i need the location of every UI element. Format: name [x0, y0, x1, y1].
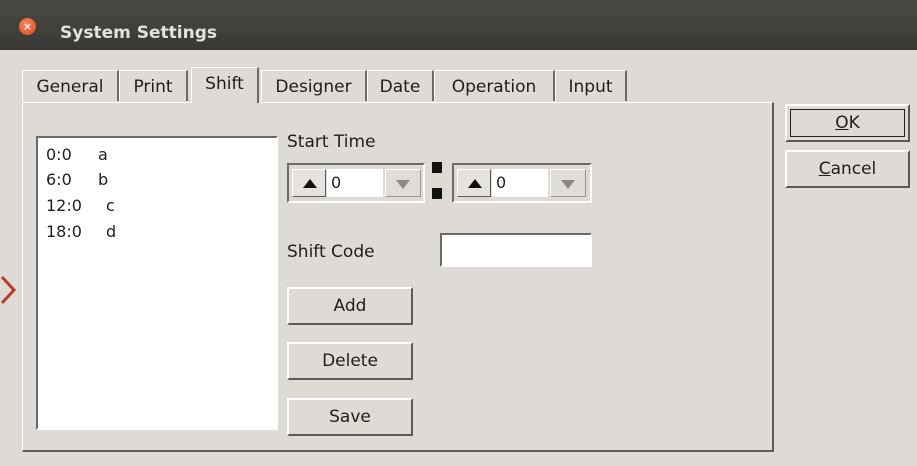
cancel-button[interactable]: Cancel: [785, 150, 910, 188]
list-item[interactable]: 0:0 a: [46, 142, 108, 168]
list-item[interactable]: 12:0 c: [46, 193, 115, 219]
close-icon[interactable]: ×: [19, 18, 36, 35]
window-title: System Settings: [60, 23, 217, 43]
ok-button[interactable]: OK: [785, 104, 910, 142]
hour-spinner[interactable]: 0: [287, 163, 425, 203]
cancel-mnemonic: C: [818, 159, 831, 179]
shift-code-label: Shift Code: [287, 242, 375, 262]
hour-increment-button[interactable]: [292, 169, 326, 197]
minute-decrement-button[interactable]: [550, 169, 586, 197]
tab-date[interactable]: Date: [367, 70, 434, 101]
hour-decrement-button[interactable]: [385, 169, 421, 197]
ok-label: K: [848, 113, 860, 133]
hour-field[interactable]: 0: [327, 169, 383, 197]
tab-shift[interactable]: Shift: [191, 67, 259, 103]
ok-mnemonic: O: [835, 113, 849, 133]
tab-input[interactable]: Input: [555, 70, 627, 101]
tab-general[interactable]: General: [22, 70, 119, 101]
cancel-label: ancel: [830, 159, 877, 179]
list-item[interactable]: 18:0 d: [46, 219, 116, 245]
tab-print[interactable]: Print: [119, 70, 188, 101]
minute-spinner[interactable]: 0: [452, 163, 592, 203]
add-button[interactable]: Add: [287, 287, 413, 325]
tab-designer[interactable]: Designer: [261, 70, 367, 101]
shift-code-input[interactable]: [440, 233, 592, 267]
minute-field[interactable]: 0: [492, 169, 548, 197]
chevron-right-icon: [0, 275, 17, 305]
save-button[interactable]: Save: [287, 398, 413, 436]
minute-increment-button[interactable]: [457, 169, 491, 197]
tab-operation[interactable]: Operation: [434, 70, 555, 101]
delete-button[interactable]: Delete: [287, 342, 413, 380]
start-time-label: Start Time: [287, 132, 376, 152]
time-separator: [432, 162, 442, 200]
shift-list[interactable]: 0:0 a 6:0 b 12:0 c 18:0 d: [36, 136, 278, 430]
title-bar: × System Settings: [0, 0, 917, 50]
list-item[interactable]: 6:0 b: [46, 167, 108, 193]
